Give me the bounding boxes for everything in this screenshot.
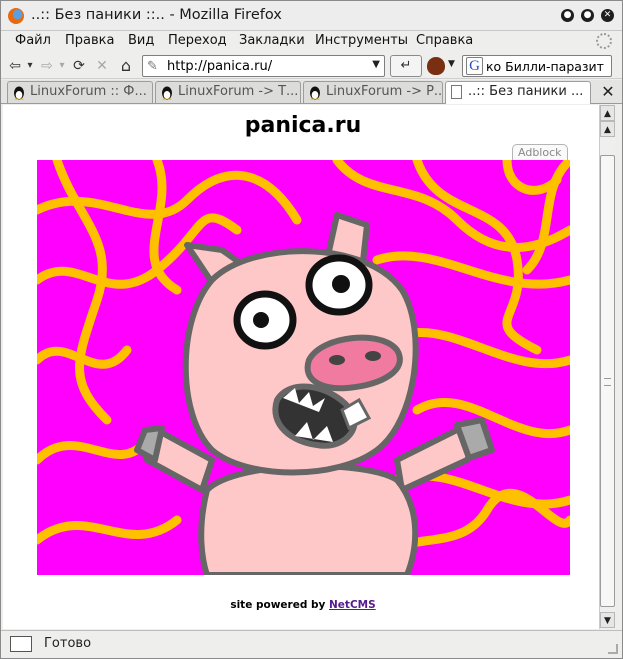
back-history-dropdown[interactable]: ▾ (25, 56, 35, 76)
page-footer: site powered by NetCMS (3, 599, 599, 611)
google-engine-icon[interactable]: G (466, 57, 483, 75)
tux-icon (14, 86, 24, 100)
scroll-up-button-2[interactable]: ▲ (600, 121, 615, 137)
navigation-toolbar: ⇦ ▾ ⇨ ▾ ⟳ ✕ ⌂ ✎ ▼ ↵ ▼ G (1, 53, 622, 79)
menu-edit[interactable]: Правка (65, 33, 114, 48)
close-window-button[interactable]: ✕ (601, 9, 614, 22)
edit-page-icon[interactable] (10, 636, 32, 652)
menu-view[interactable]: Вид (128, 33, 154, 48)
tux-icon (162, 86, 172, 100)
scrollbar-thumb[interactable] (600, 155, 615, 607)
document-icon (451, 85, 462, 99)
panic-pig-image (37, 160, 570, 575)
addon-acorn-icon[interactable] (427, 57, 445, 75)
menu-bar: Файл Правка Вид Переход Закладки Инструм… (1, 31, 622, 53)
search-bar[interactable]: G (462, 55, 612, 77)
scrollbar-grip (604, 378, 611, 386)
title-bar: ..:: Без паники ::.. - Mozilla Firefox ●… (1, 1, 622, 31)
addon-dropdown[interactable]: ▼ (448, 59, 455, 69)
stop-button[interactable]: ✕ (94, 56, 110, 76)
page-content: panica.ru Adblock site powered by NetCMS (3, 105, 599, 629)
pig-snout (304, 334, 403, 392)
vertical-scrollbar[interactable]: ▲ ▲ ▼ (599, 105, 615, 629)
url-history-dropdown[interactable]: ▼ (372, 59, 380, 70)
back-button[interactable]: ⇦ (7, 56, 23, 76)
footer-text: site powered by (230, 599, 330, 611)
page-title: panica.ru (244, 113, 362, 138)
address-bar[interactable]: ✎ ▼ (142, 55, 385, 77)
search-input[interactable] (486, 57, 611, 75)
tab-linuxforum-1[interactable]: LinuxForum :: Ф... (7, 81, 153, 103)
window-title: ..:: Без паники ::.. - Mozilla Firefox (31, 7, 282, 23)
menu-bookmarks[interactable]: Закладки (239, 33, 305, 48)
firefox-logo-icon (8, 8, 24, 24)
menu-file[interactable]: Файл (15, 33, 51, 48)
menu-help[interactable]: Справка (416, 33, 473, 48)
home-button[interactable]: ⌂ (117, 56, 135, 76)
menu-go[interactable]: Переход (168, 33, 227, 48)
scroll-up-button[interactable]: ▲ (600, 105, 615, 121)
tab-label: LinuxForum -> Р... (326, 84, 443, 99)
browser-window: ..:: Без паники ::.. - Mozilla Firefox ●… (0, 0, 623, 659)
forward-button[interactable]: ⇨ (39, 56, 55, 76)
tab-label: ..:: Без паники ... (468, 84, 584, 99)
tab-linuxforum-2[interactable]: LinuxForum -> Т... (155, 81, 301, 103)
close-tab-button[interactable]: ✕ (598, 82, 618, 102)
tab-label: LinuxForum -> Т... (178, 84, 299, 99)
tux-icon (310, 86, 320, 100)
status-text: Готово (44, 636, 92, 651)
minimize-button[interactable]: ● (561, 9, 574, 22)
forward-history-dropdown[interactable]: ▾ (57, 56, 67, 76)
throbber-icon (596, 33, 612, 49)
tab-linuxforum-3[interactable]: LinuxForum -> Р... (303, 81, 443, 103)
netcms-link[interactable]: NetCMS (329, 599, 376, 611)
menu-tools[interactable]: Инструменты (315, 33, 408, 48)
maximize-button[interactable]: ● (581, 9, 594, 22)
status-bar: Готово (1, 630, 622, 658)
url-input[interactable] (167, 57, 367, 75)
adblock-tab[interactable]: Adblock (512, 144, 568, 161)
go-button[interactable]: ↵ (390, 55, 422, 77)
tab-bar: LinuxForum :: Ф... LinuxForum -> Т... Li… (1, 80, 622, 104)
reload-button[interactable]: ⟳ (70, 56, 88, 76)
tab-bez-paniki[interactable]: ..:: Без паники ... (445, 81, 591, 104)
pig-body (198, 463, 419, 575)
pig-left-hand (134, 425, 165, 463)
tab-label: LinuxForum :: Ф... (30, 84, 147, 99)
resize-grip[interactable] (608, 644, 618, 654)
page-icon: ✎ (147, 59, 158, 74)
scroll-down-button[interactable]: ▼ (600, 612, 615, 628)
